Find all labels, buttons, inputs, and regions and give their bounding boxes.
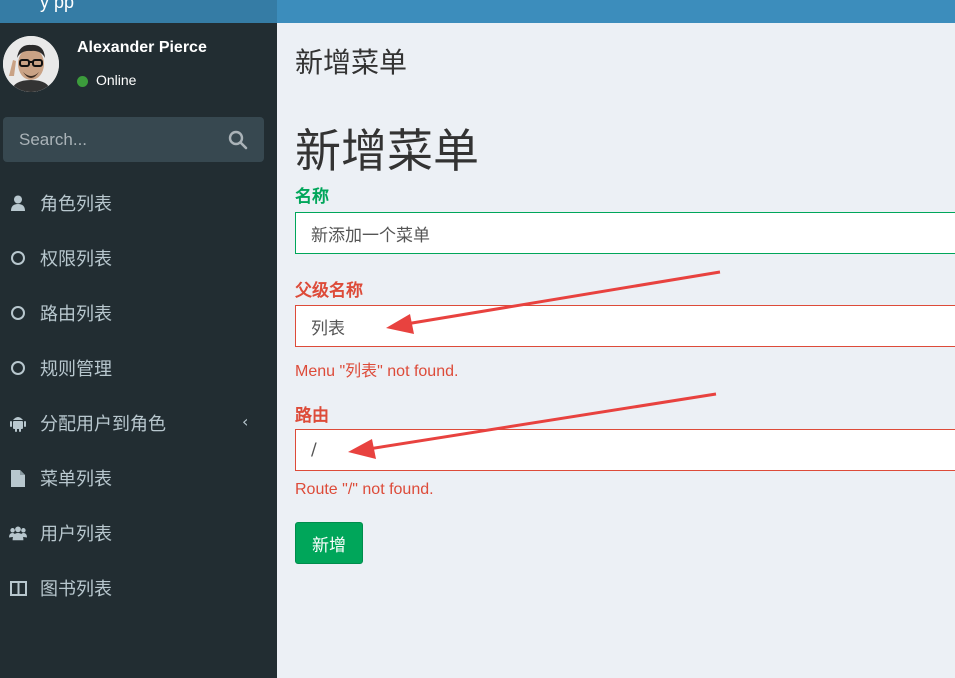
circle-icon [9,249,27,267]
columns-icon [9,579,27,597]
user-panel: Alexander Pierce Online [0,23,277,113]
sidebar-item-label: 用户列表 [40,524,112,545]
circle-icon [9,359,27,377]
route-error: Route "/" not found. [295,481,434,498]
name-field[interactable] [295,212,955,254]
sidebar-item-permissions[interactable]: 权限列表 [0,230,277,285]
chevron-left-icon[interactable]: ‹ [242,412,248,431]
online-status-icon [77,76,88,87]
sidebar-item-label: 权限列表 [40,249,112,270]
parent-name-field[interactable] [295,305,955,347]
name-label: 名称 [295,187,329,207]
form-title: 新增菜单 [295,124,479,178]
route-field[interactable] [295,429,955,471]
user-icon [9,194,27,212]
avatar [3,36,59,92]
circle-icon [9,304,27,322]
users-icon [9,524,27,542]
page-title: 新增菜单 [295,46,408,79]
parent-name-label: 父级名称 [295,281,363,301]
parent-name-error: Menu "列表" not found. [295,363,459,380]
user-name: Alexander Pierce [77,39,207,56]
sidebar-item-rules[interactable]: 规则管理 [0,340,277,395]
main-content: 新增菜单 新增菜单 名称 父级名称 Menu "列表" not found. 路… [277,23,955,678]
route-label: 路由 [295,406,329,426]
file-icon [9,469,27,487]
sidebar-item-label: 角色列表 [40,194,112,215]
search-input[interactable] [3,117,229,162]
sidebar-item-label: 规则管理 [40,359,112,380]
android-icon [9,414,27,432]
sidebar-menu: 角色列表 权限列表 路由列表 规则管理 分配用户到角色 ‹ 菜单列表 用户列表 … [0,175,277,615]
sidebar-item-label: 路由列表 [40,304,112,325]
sidebar-search [3,117,264,162]
sidebar: y pp Alexander Pierce Online Search... 角… [0,0,277,678]
sidebar-item-label: 分配用户到角色 [40,414,166,435]
sidebar-item-assign-role[interactable]: 分配用户到角色 ‹ [0,395,277,450]
user-status: Online [96,72,137,88]
sidebar-item-books[interactable]: 图书列表 [0,560,277,615]
search-icon[interactable] [228,130,248,150]
sidebar-item-routes[interactable]: 路由列表 [0,285,277,340]
sidebar-item-label: 菜单列表 [40,469,112,490]
sidebar-item-menus[interactable]: 菜单列表 [0,450,277,505]
app-logo[interactable]: y pp [40,0,74,13]
submit-button[interactable]: 新增 [295,522,363,564]
top-navbar [277,0,955,23]
logo-bar[interactable]: y pp [0,0,277,23]
sidebar-item-label: 图书列表 [40,579,112,600]
sidebar-item-roles[interactable]: 角色列表 [0,175,277,230]
sidebar-item-users[interactable]: 用户列表 [0,505,277,560]
